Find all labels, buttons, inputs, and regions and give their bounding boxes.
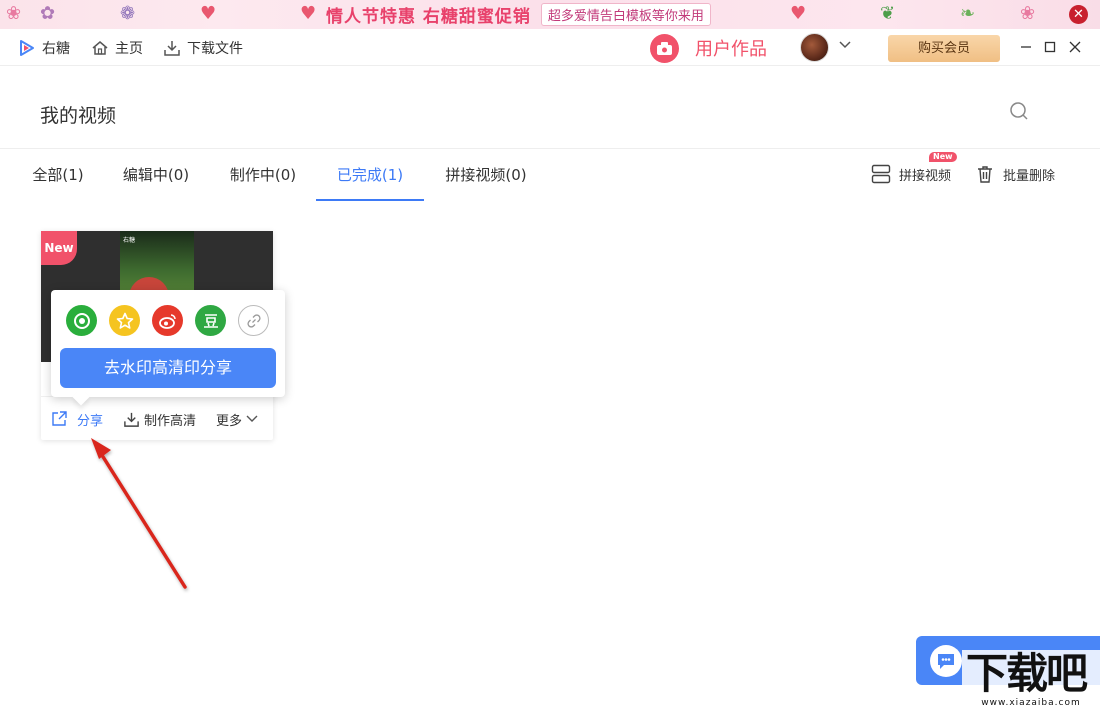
heart-decoration: ♥ xyxy=(300,3,317,24)
more-button[interactable]: 更多 xyxy=(216,409,258,429)
batch-delete-label: 批量删除 xyxy=(1003,168,1056,184)
new-badge: New xyxy=(929,152,957,162)
tab-producing[interactable]: 制作中(0) xyxy=(228,149,298,201)
link-icon[interactable] xyxy=(238,305,269,336)
remove-watermark-share-button[interactable]: 去水印高清印分享 xyxy=(60,348,276,388)
download-icon xyxy=(164,40,180,56)
qzone-icon[interactable] xyxy=(109,305,140,336)
flower-decoration: ❀ xyxy=(6,3,22,24)
page-title: 我的视频 xyxy=(40,105,117,127)
search-icon[interactable] xyxy=(1008,100,1030,122)
user-works-label: 用户作品 xyxy=(695,39,767,60)
home-button[interactable]: 主页 xyxy=(91,29,143,66)
site-watermark: 下载吧 www.xiazaiba.com xyxy=(962,650,1100,710)
tab-all[interactable]: 全部(1) xyxy=(31,149,85,201)
weibo-icon[interactable] xyxy=(152,305,183,336)
app-name: 右糖 xyxy=(42,40,70,57)
make-hd-label: 制作高清 xyxy=(144,413,197,429)
chevron-down-icon[interactable] xyxy=(839,41,851,49)
camera-icon xyxy=(650,33,679,63)
share-button[interactable]: 分享 xyxy=(50,409,103,429)
minimize-icon[interactable] xyxy=(1016,37,1036,57)
leaf-decoration: ❦ xyxy=(880,3,896,24)
leaf-decoration: ❧ xyxy=(960,3,976,24)
home-label: 主页 xyxy=(115,40,143,57)
banner-close-icon[interactable]: ✕ xyxy=(1069,5,1088,24)
tab-merged-videos[interactable]: 拼接视频(0) xyxy=(442,149,530,201)
thumbnail-logo: 右糖 xyxy=(123,237,136,244)
merge-video-label: 拼接视频 xyxy=(899,168,952,184)
download-label: 下载文件 xyxy=(187,40,243,57)
avatar[interactable] xyxy=(800,33,829,62)
maximize-icon[interactable] xyxy=(1040,37,1060,57)
download-icon xyxy=(124,412,139,427)
banner-content: 情人节特惠 右糖甜蜜促销 超多爱情告白模板等你来用 xyxy=(326,3,711,27)
douban-icon[interactable] xyxy=(195,305,226,336)
user-works-button[interactable]: 用户作品 xyxy=(650,33,767,63)
heart-decoration: ♥ xyxy=(200,3,217,24)
home-icon xyxy=(92,40,108,55)
make-hd-button[interactable]: 制作高清 xyxy=(123,409,196,429)
share-icon xyxy=(52,411,67,426)
chat-icon xyxy=(930,645,962,677)
share-label: 分享 xyxy=(77,413,104,429)
banner-subtitle: 超多爱情告白模板等你来用 xyxy=(540,3,711,26)
chevron-down-icon xyxy=(246,415,258,422)
tab-editing[interactable]: 编辑中(0) xyxy=(121,149,191,201)
tab-completed[interactable]: 已完成(1) xyxy=(316,149,424,201)
page-header: 我的视频 xyxy=(0,66,1100,149)
app-logo-icon xyxy=(20,39,34,56)
buy-vip-button[interactable]: 购买会员 xyxy=(888,35,1000,62)
flower-decoration: ✿ xyxy=(40,3,56,24)
more-label: 更多 xyxy=(216,413,243,429)
flower-decoration: ❁ xyxy=(120,3,136,24)
flower-decoration: ❀ xyxy=(1020,3,1036,24)
batch-delete-button[interactable]: 批量删除 xyxy=(975,163,1055,185)
wechat-moments-icon[interactable] xyxy=(66,305,97,336)
share-popup: 去水印高清印分享 xyxy=(51,290,285,397)
download-files-button[interactable]: 下载文件 xyxy=(163,29,243,66)
merge-video-button[interactable]: 拼接视频 xyxy=(871,163,951,185)
watermark-text: 下载吧 xyxy=(966,649,1088,698)
promo-banner[interactable]: ❀ ✿ ❁ ♥ ♥ 情人节特惠 右糖甜蜜促销 超多爱情告白模板等你来用 ♥ ❦ … xyxy=(0,0,1100,29)
trash-icon xyxy=(978,166,992,183)
annotation-arrow xyxy=(91,438,187,589)
title-bar: 右糖 主页 下载文件 用户作品 购买会员 xyxy=(0,29,1100,66)
app-logo-button[interactable]: 右糖 xyxy=(18,29,70,66)
close-icon[interactable] xyxy=(1065,37,1085,57)
merge-video-icon xyxy=(871,164,891,184)
watermark-url: www.xiazaiba.com xyxy=(981,698,1081,708)
heart-decoration: ♥ xyxy=(790,3,807,24)
new-badge: New xyxy=(41,231,77,265)
banner-title: 情人节特惠 右糖甜蜜促销 xyxy=(326,7,531,27)
